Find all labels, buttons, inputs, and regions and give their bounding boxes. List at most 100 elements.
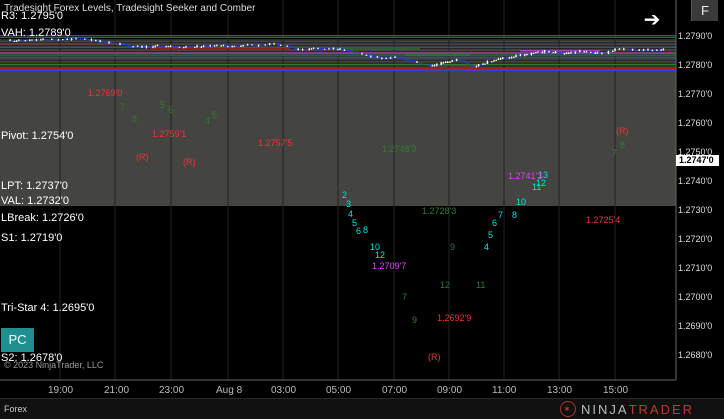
candle-body [631,48,634,50]
candle-body [141,45,143,48]
candle-body [169,45,172,47]
candle-body [361,53,363,55]
candle-body [414,61,416,63]
candle-body [253,44,255,46]
price-tick: 1.2780'0 [678,60,713,70]
candle-body [429,64,431,66]
candle-body [167,46,170,48]
candle-body [596,52,599,54]
candle-body [497,58,500,60]
candle-body [409,60,412,62]
seeker-count: 7 [402,292,407,302]
instrument-tab[interactable]: Forex [4,404,27,414]
candle-body [493,60,495,62]
candle-body [152,46,154,48]
candle-body [440,62,442,65]
candle-body [328,48,330,50]
arrow-right-icon[interactable]: ➔ [640,10,664,30]
candle-body [587,51,590,53]
candle-body [90,39,93,41]
candle-body [185,46,187,48]
candle-body [359,52,361,54]
candle-body [77,38,79,40]
level-label-val: VAL: 1.2732'0 [1,195,69,207]
candle-body [20,39,22,41]
price-tick: 1.2770'0 [678,89,713,99]
price-annotation: 1.2757'5 [258,138,293,148]
candle-body [449,61,451,63]
candle-body [321,48,324,50]
candle-body [385,58,387,60]
candle-body [343,49,346,51]
candle-body [662,48,665,50]
seeker-count: 6 [356,226,361,236]
candle-body [550,51,552,53]
candle-body [59,39,62,41]
candle-body [425,64,427,66]
candle-body [554,51,557,53]
level-label-vah: VAH: 1.2789'0 [1,27,71,39]
candle-body [552,52,555,54]
candle-body [513,56,515,58]
candle-body [240,45,242,47]
candle-body [510,57,513,59]
candle-body [304,49,306,51]
candle-body [374,56,376,58]
candle-body [119,43,121,45]
candle-body [460,59,462,62]
candle-body [288,45,291,47]
seeker-count: 7 [120,102,125,112]
price-annotation: 1.2748'0 [382,144,417,154]
f-button[interactable]: F [691,0,718,21]
candle-body [132,46,134,48]
price-tick: 1.2740'0 [678,176,713,186]
candle-body [378,56,381,59]
candle-body [363,53,365,56]
candle-body [576,51,579,53]
candle-body [290,46,293,48]
candle-body [70,38,73,40]
candle-body [517,55,519,57]
candle-body [262,44,264,46]
candle-body [381,57,383,59]
candle-body [326,48,328,50]
time-tick: 09:00 [437,385,463,396]
candle-body [29,39,31,41]
candle-body [370,56,372,58]
pc-button[interactable]: PC [1,328,34,352]
candle-body [200,46,203,48]
price-annotation: 1.2769'0 [88,88,123,98]
candle-body [356,52,359,54]
level-label-pivot: Pivot: 1.2754'0 [1,130,74,142]
candle-body [279,44,282,46]
candle-body [37,39,40,41]
time-tick: 11:00 [492,385,517,396]
candle-body [330,48,332,50]
price-tick: 1.2760'0 [678,118,713,128]
candle-body [196,45,198,47]
candle-body [73,38,75,40]
candle-body [11,39,13,41]
time-tick: 13:00 [547,385,573,396]
candle-body [627,48,629,50]
candle-body [466,63,469,65]
level-label-lbreak: LBreak: 1.2726'0 [1,212,84,224]
candle-body [484,63,486,65]
candle-body [293,46,295,49]
reversal-marker: (R) [183,157,196,167]
candle-body [638,49,640,51]
candle-body [431,65,434,67]
candle-body [22,40,24,42]
price-annotation: 1.2725'4 [586,215,621,225]
candle-body [601,52,603,54]
candle-body [42,38,44,40]
candle-body [229,46,231,48]
seeker-count: 8 [363,225,368,235]
price-annotation: 1.2692'9 [437,313,472,323]
candle-body [224,44,227,47]
seeker-count: 8 [512,210,517,220]
candle-body [453,60,456,62]
seeker-count: 4 [484,242,489,252]
price-chart[interactable]: 23456 8101279912 114567 810111213785 64578 [0,0,724,418]
candle-body [418,61,420,63]
